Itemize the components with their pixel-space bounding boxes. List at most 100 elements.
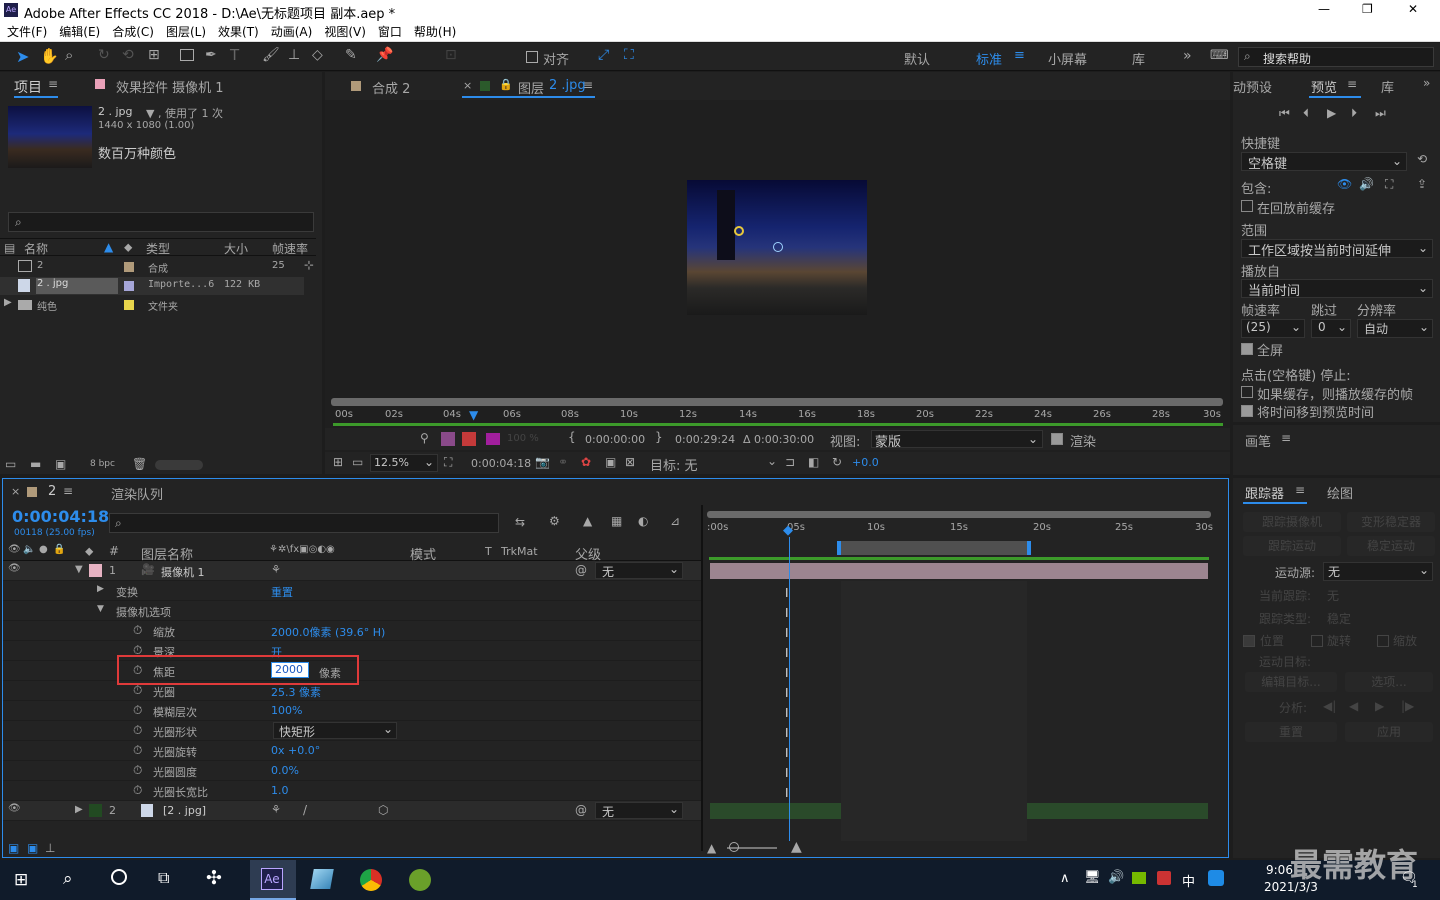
- monitor-icon[interactable]: ▭: [352, 455, 363, 469]
- graph-editor-icon[interactable]: ⊿: [670, 514, 680, 528]
- more-workspaces-icon[interactable]: »: [1183, 48, 1192, 64]
- rotation-checkbox[interactable]: [1311, 635, 1323, 647]
- first-frame-icon[interactable]: ⏮: [1279, 106, 1290, 121]
- prev-frame-icon[interactable]: ⏴: [1303, 106, 1309, 121]
- help-search-input[interactable]: 搜索帮助: [1263, 50, 1311, 67]
- puppet-pin-icon[interactable]: 📌: [376, 47, 393, 63]
- camera-target-icon[interactable]: [773, 242, 783, 252]
- interpret-footage-icon[interactable]: ▭: [5, 457, 16, 471]
- rotate-tool-icon[interactable]: ↻: [98, 47, 110, 63]
- project-row-folder[interactable]: ▶ 纯色 文件夹: [0, 296, 304, 314]
- analyze-forward-icon[interactable]: ▶: [1375, 699, 1384, 713]
- layer-bar-camera[interactable]: [710, 563, 1208, 579]
- project-tab[interactable]: 项目: [14, 77, 42, 97]
- always-preview-icon[interactable]: ⊞: [333, 455, 343, 469]
- zoom-dropdown[interactable]: 12.5% ⌄: [370, 454, 438, 472]
- camera-tool-icon[interactable]: ⟲: [122, 47, 134, 63]
- expand-arrow-icon[interactable]: ▼: [75, 564, 83, 575]
- preview-menu-icon[interactable]: ≡: [1347, 77, 1357, 91]
- render-queue-tab[interactable]: 渲染队列: [111, 484, 163, 503]
- effects-presets-tab[interactable]: 动预设: [1233, 77, 1272, 96]
- layer-name[interactable]: 摄像机 1: [161, 564, 205, 580]
- property-camera-options[interactable]: ▼ 摄像机选项: [3, 601, 701, 621]
- zoom-in-icon[interactable]: ▲: [791, 839, 802, 855]
- sort-ascending-icon[interactable]: ▲: [104, 240, 113, 254]
- snapshot-camera-icon[interactable]: 📷: [535, 455, 550, 469]
- comp-mini-flowchart-icon[interactable]: ⇆: [515, 515, 525, 529]
- stop-cache-checkbox[interactable]: [1241, 386, 1253, 398]
- minimize-button[interactable]: —: [1318, 2, 1330, 16]
- expand-arrow-icon[interactable]: ▶: [97, 584, 104, 594]
- include-overlays-icon[interactable]: ⛶: [1385, 177, 1393, 192]
- label-swatch[interactable]: [89, 804, 102, 817]
- range-dropdown[interactable]: 工作区域按当前时间延伸 ⌄: [1241, 239, 1433, 259]
- menu-comp[interactable]: 合成(C): [112, 25, 154, 39]
- comp-tab[interactable]: 合成 2: [372, 78, 410, 97]
- property-iris-shape[interactable]: ⏱ 光圈形状 快矩形 ⌄: [3, 721, 701, 741]
- out-point[interactable]: 0:00:29:24: [675, 433, 735, 446]
- stopwatch-icon[interactable]: ⏱: [133, 783, 142, 798]
- next-frame-icon[interactable]: ⏵: [1351, 106, 1357, 121]
- chrome-icon[interactable]: [360, 869, 382, 891]
- project-row-image[interactable]: 2 . jpg Importe...6 122 KB: [0, 277, 304, 295]
- snap-features-icon[interactable]: ⛶: [624, 47, 634, 63]
- property-aperture[interactable]: ⏱ 光圈 25.3 像素: [3, 681, 701, 701]
- reset-shortcut-icon[interactable]: ⟲: [1417, 152, 1427, 166]
- parent-dropdown[interactable]: 无 ⌄: [595, 802, 683, 819]
- layer-name[interactable]: [2 . jpg]: [163, 804, 206, 817]
- col-fps[interactable]: 帧速率: [272, 240, 308, 257]
- show-snapshot-icon[interactable]: ⚭: [558, 455, 568, 469]
- tray-expand-icon[interactable]: ∧: [1060, 871, 1070, 886]
- new-folder-icon[interactable]: ▬: [30, 457, 41, 471]
- stopwatch-icon[interactable]: ⏱: [133, 723, 142, 738]
- menu-layer[interactable]: 图层(L): [166, 25, 206, 39]
- hand-tool-icon[interactable]: ✋: [40, 47, 59, 65]
- include-audio-icon[interactable]: 🔊: [1359, 177, 1374, 191]
- notepad-icon[interactable]: [310, 869, 334, 889]
- melon-app-icon[interactable]: [409, 869, 431, 891]
- iris-rotation-value[interactable]: 0x +0.0°: [271, 744, 320, 757]
- project-search[interactable]: ⌕: [8, 212, 314, 232]
- local-axis-icon[interactable]: ⊡: [445, 47, 457, 63]
- zoom-value[interactable]: 2000.0像素 (39.6° H): [271, 624, 385, 640]
- stopwatch-icon[interactable]: ⏱: [133, 763, 142, 778]
- iris-aspect-value[interactable]: 1.0: [271, 784, 289, 797]
- shy-layers-icon[interactable]: ▲: [583, 514, 592, 528]
- cache-checkbox[interactable]: [1241, 200, 1253, 212]
- pen-tool-icon[interactable]: ✒: [205, 47, 217, 63]
- timeline-current-time[interactable]: 0:00:04:18: [12, 507, 109, 526]
- move-time-checkbox[interactable]: [1241, 405, 1253, 417]
- reset-exposure-icon[interactable]: ◧: [808, 455, 819, 469]
- close-tab-icon[interactable]: ×: [463, 79, 472, 92]
- switches-icons[interactable]: ⚘✲\fx▣◎◐◉: [269, 544, 335, 555]
- selection-tool-icon[interactable]: ➤: [16, 47, 29, 66]
- quality-switch-icon[interactable]: /: [303, 803, 307, 817]
- current-time-indicator[interactable]: ◆: [783, 523, 793, 538]
- overlay-opacity[interactable]: 100 %: [507, 433, 539, 444]
- timeline-tab[interactable]: 2: [48, 484, 56, 499]
- windows-start-icon[interactable]: ⊞: [14, 870, 28, 890]
- alpha-overlay-swatch[interactable]: [486, 433, 500, 445]
- close-timeline-tab[interactable]: ×: [11, 485, 20, 498]
- property-zoom[interactable]: ⏱ 缩放 2000.0像素 (39.6° H): [3, 621, 701, 641]
- property-transform[interactable]: ▶ 变换 重置: [3, 581, 701, 601]
- expand-arrow-icon[interactable]: ▶: [4, 297, 12, 308]
- volume-icon[interactable]: 🔊: [1108, 870, 1124, 885]
- item-usage[interactable]: ▼ , 使用了 1 次: [146, 105, 223, 121]
- preview-tab[interactable]: 预览: [1311, 77, 1337, 96]
- stopwatch-icon[interactable]: ⏱: [133, 683, 142, 698]
- roto-icon[interactable]: [441, 432, 455, 446]
- sync-settings-icon[interactable]: ⌨: [1210, 48, 1229, 63]
- paint-tab[interactable]: 绘图: [1327, 483, 1353, 502]
- position-checkbox[interactable]: [1243, 635, 1255, 647]
- blur-value[interactable]: 100%: [271, 704, 302, 717]
- fullscreen-checkbox[interactable]: [1241, 343, 1253, 355]
- shy-switch-icon[interactable]: ⚘: [271, 563, 281, 576]
- play-icon[interactable]: ▶: [1327, 106, 1336, 120]
- motion-blur-icon[interactable]: ◐: [638, 514, 648, 528]
- property-iris-aspect[interactable]: ⏱ 光圈长宽比 1.0: [3, 781, 701, 801]
- chevron-down-icon[interactable]: ⌄: [767, 454, 777, 468]
- expand-arrow-icon[interactable]: ▼: [97, 604, 104, 614]
- lock-icon[interactable]: 🔒: [499, 78, 513, 91]
- play-from-dropdown[interactable]: 当前时间 ⌄: [1241, 279, 1433, 299]
